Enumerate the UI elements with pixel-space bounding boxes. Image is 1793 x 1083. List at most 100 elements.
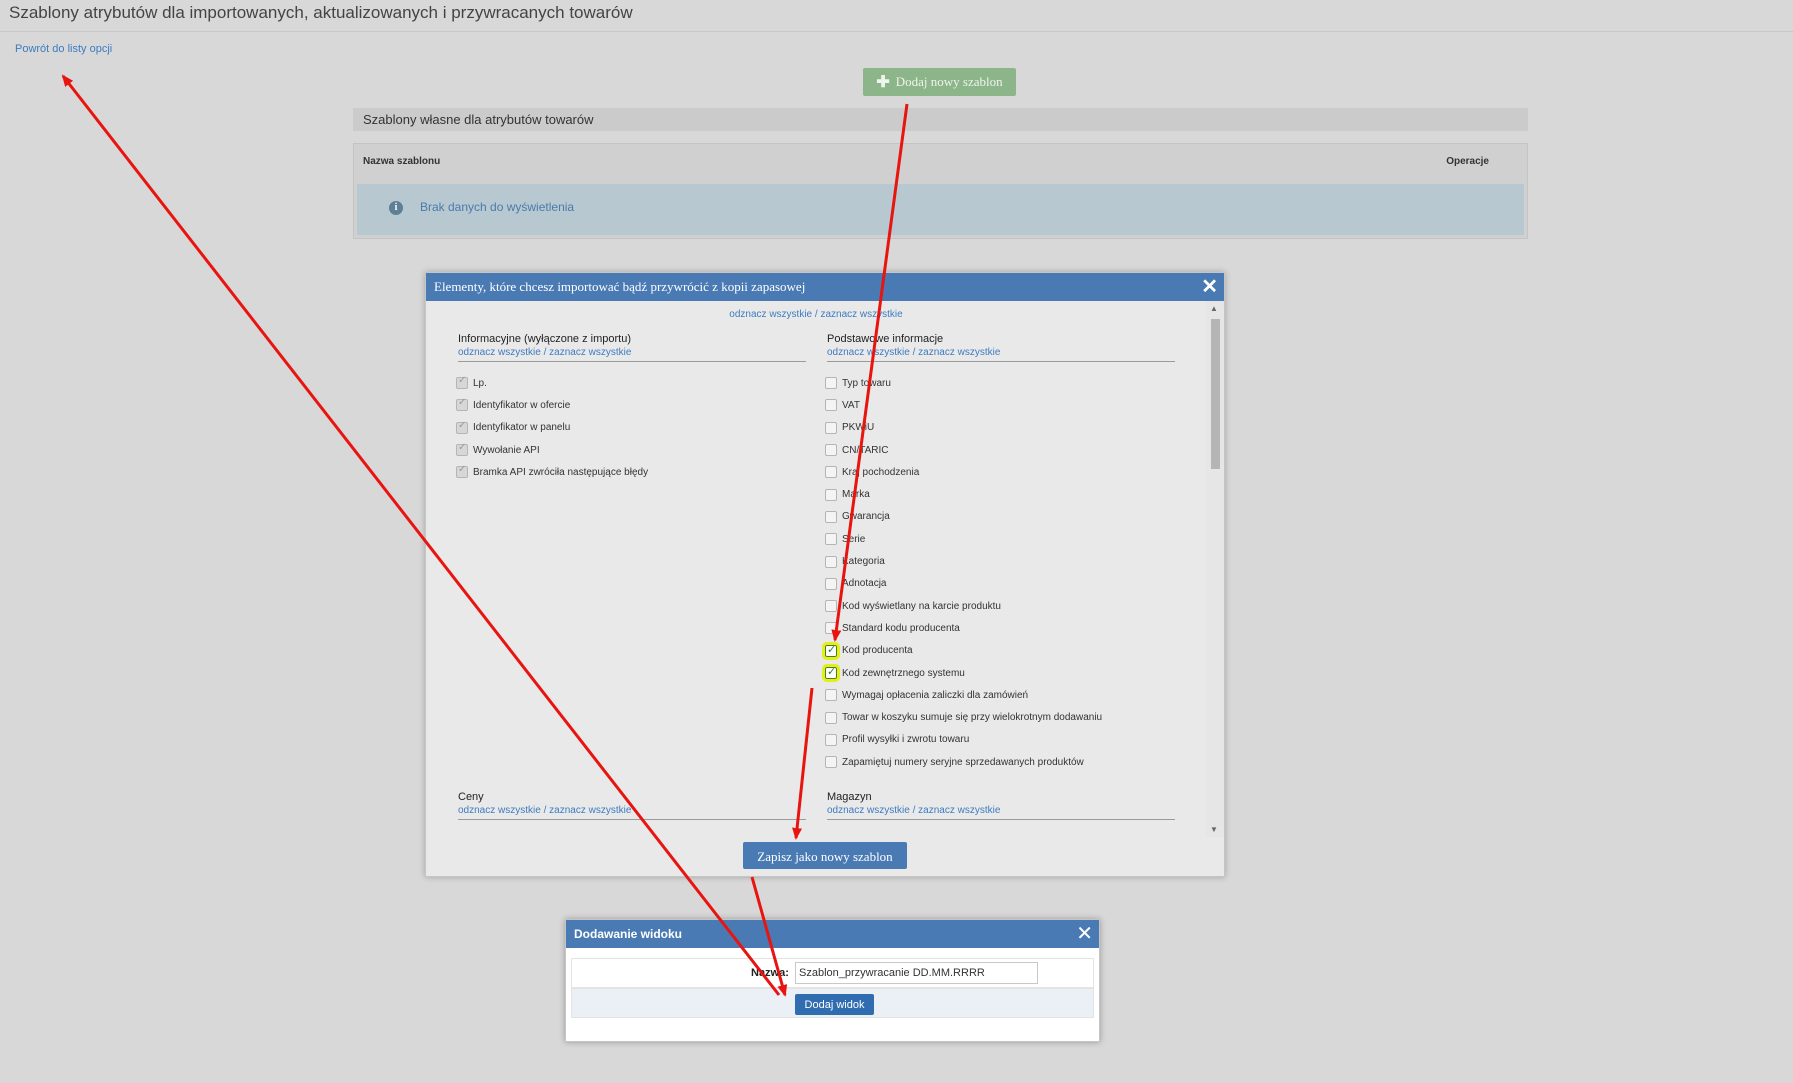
column-toggle-link[interactable]: odznacz wszystkie / zaznacz wszystkie (827, 805, 1175, 816)
checkbox-label: Kod producenta (842, 645, 913, 657)
checkbox-item[interactable]: Identyfikator w panelu (456, 417, 806, 439)
column-magazyn: Magazyn odznacz wszystkie / zaznacz wszy… (827, 791, 1175, 820)
checkbox-label: Zapamiętuj numery seryjne sprzedawanych … (842, 756, 1084, 768)
dialog-body: odznacz wszystkie / zaznacz wszystkie In… (426, 301, 1206, 841)
checkbox-item[interactable]: Identyfikator w ofercie (456, 394, 806, 416)
checkbox-item[interactable]: VAT (825, 394, 1175, 416)
dialog-titlebar: Elementy, które chcesz importować bądź p… (426, 273, 1224, 301)
checkbox-label: CN/TARIC (842, 444, 889, 456)
checkbox[interactable] (825, 377, 837, 390)
checkbox-item[interactable]: Zapamiętuj numery seryjne sprzedawanych … (825, 751, 1175, 773)
checkbox-item[interactable]: Gwarancja (825, 506, 1175, 528)
checkbox[interactable] (825, 488, 837, 501)
checkbox-item[interactable]: Typ towaru (825, 372, 1175, 394)
column-divider (458, 819, 806, 820)
column-toggle-link[interactable]: odznacz wszystkie / zaznacz wszystkie (458, 347, 806, 358)
checkbox-item[interactable]: Kod wyświetlany na karcie produktu (825, 595, 1175, 617)
save-as-new-template-button[interactable]: Zapisz jako nowy szablon (743, 842, 907, 869)
checkbox-label: Kategoria (842, 556, 885, 568)
checkbox[interactable] (825, 421, 837, 434)
add-view-dialog: Dodawanie widoku ✕ Nazwa: Dodaj widok (565, 919, 1100, 1042)
column-divider (827, 819, 1175, 820)
view-name-input[interactable] (795, 962, 1038, 984)
column-toggle-link[interactable]: odznacz wszystkie / zaznacz wszystkie (458, 805, 806, 816)
checkbox[interactable] (825, 444, 837, 457)
empty-message: Brak danych do wyświetlenia (420, 200, 575, 214)
add-view-button[interactable]: Dodaj widok (795, 994, 874, 1015)
dialog-scrollbar[interactable]: ▲ ▼ (1206, 301, 1224, 837)
checkbox[interactable] (825, 577, 837, 590)
add-view-titlebar: Dodawanie widoku ✕ (566, 920, 1099, 948)
checkbox-item[interactable]: Wywołanie API (456, 439, 806, 461)
checkbox[interactable] (825, 555, 837, 568)
checkbox-label: Gwarancja (842, 511, 890, 523)
checkbox-item[interactable]: Wymagaj opłacenia zaliczki dla zamówień (825, 684, 1175, 706)
checkbox-item[interactable]: Lp. (456, 372, 806, 394)
checkbox-label: Lp. (473, 377, 487, 389)
checkbox-item[interactable]: PKWiU (825, 417, 1175, 439)
name-row: Nazwa: (571, 958, 1094, 988)
checkbox-item[interactable]: Bramka API zwróciła następujące błędy (456, 461, 806, 483)
checkbox[interactable] (825, 711, 837, 724)
checkbox[interactable] (825, 533, 837, 546)
checkbox-label: Kod wyświetlany na karcie produktu (842, 600, 1001, 612)
section-header: Szablony własne dla atrybutów towarów (353, 108, 1528, 131)
checkbox-label: Profil wysyłki i zwrotu towaru (842, 734, 970, 746)
checkbox-list: Typ towaru VAT PKWiU CN/TARIC Kraj pochodzen… (822, 372, 1175, 773)
column-header-name: Nazwa szablonu (363, 156, 441, 167)
add-template-button[interactable]: ✚ Dodaj nowy szablon (863, 68, 1016, 96)
checkbox[interactable] (822, 664, 840, 682)
checkbox-label: Serie (842, 533, 866, 545)
scroll-thumb[interactable] (1211, 319, 1220, 469)
checkbox-item[interactable]: Adnotacja (825, 573, 1175, 595)
checkbox-item[interactable]: Kod zewnętrznego systemu (822, 662, 1175, 684)
checkbox-item[interactable]: Kraj pochodzenia (825, 461, 1175, 483)
checkbox[interactable] (825, 466, 837, 479)
checkbox-item[interactable]: Kod producenta (822, 640, 1175, 662)
column-divider (827, 361, 1175, 362)
empty-state: i Brak danych do wyświetlenia (357, 184, 1524, 235)
column-header-operations: Operacje (1446, 156, 1489, 167)
checkbox-label: Identyfikator w panelu (473, 422, 571, 434)
column-informacyjne: Informacyjne (wyłączone z importu) odzna… (456, 333, 806, 483)
column-podstawowe: Podstawowe informacje odznacz wszystkie … (822, 333, 1175, 773)
close-icon[interactable]: ✕ (1201, 275, 1218, 299)
checkbox[interactable] (822, 641, 840, 660)
checkbox-label: Adnotacja (842, 578, 887, 590)
checkbox[interactable] (825, 622, 837, 635)
checkbox-label: Kraj pochodzenia (842, 466, 920, 478)
checkbox-item[interactable]: Towar w koszyku sumuje się przy wielokro… (825, 706, 1175, 728)
info-icon: i (389, 201, 403, 215)
checkbox-item[interactable]: Kategoria (825, 550, 1175, 572)
checkbox-label: Typ towaru (842, 377, 891, 389)
checkbox[interactable] (825, 689, 837, 702)
checkbox-item[interactable]: Profil wysyłki i zwrotu towaru (825, 729, 1175, 751)
column-toggle-link[interactable]: odznacz wszystkie / zaznacz wszystkie (827, 347, 1175, 358)
checkbox-item[interactable]: Serie (825, 528, 1175, 550)
checkbox[interactable] (825, 600, 837, 613)
checkbox-item[interactable]: CN/TARIC (825, 439, 1175, 461)
title-divider (0, 31, 1793, 32)
back-to-options-link[interactable]: Powrót do listy opcji (15, 43, 112, 55)
add-view-title: Dodawanie widoku (574, 927, 683, 941)
checkbox[interactable] (825, 510, 837, 523)
column-title: Ceny (458, 791, 484, 803)
checkbox-label: Wywołanie API (473, 444, 540, 456)
scroll-down-arrow-icon[interactable]: ▼ (1210, 825, 1218, 834)
checkbox[interactable] (825, 756, 837, 769)
close-icon[interactable]: ✕ (1076, 922, 1093, 946)
checkbox (456, 397, 468, 412)
toggle-all-link[interactable]: odznacz wszystkie / zaznacz wszystkie (426, 309, 1206, 320)
scroll-up-arrow-icon[interactable]: ▲ (1210, 304, 1218, 313)
checkbox-item[interactable]: Marka (825, 483, 1175, 505)
column-title: Podstawowe informacje (827, 333, 944, 345)
checkbox-label: Standard kodu producenta (842, 622, 960, 634)
checkbox-label: Bramka API zwróciła następujące błędy (473, 466, 649, 478)
checkbox[interactable] (825, 399, 837, 412)
checkbox-label: VAT (842, 399, 860, 411)
checkbox-item[interactable]: Standard kodu producenta (825, 617, 1175, 639)
page-title: Szablony atrybutów dla importowanych, ak… (9, 3, 633, 22)
elements-dialog: Elementy, które chcesz importować bądź p… (425, 272, 1225, 877)
checkbox[interactable] (825, 733, 837, 746)
table-header: Nazwa szablonu Operacje (354, 144, 1527, 179)
